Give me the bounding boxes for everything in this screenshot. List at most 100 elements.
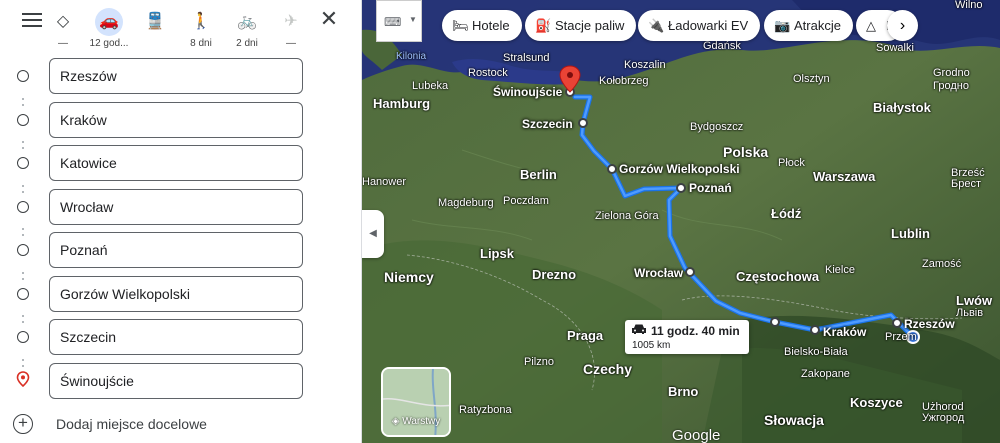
mode-label: 2 dni (236, 38, 258, 49)
city-label: Wilno (955, 0, 983, 11)
waypoint-label[interactable]: Wrocław (634, 266, 683, 280)
country-label: Niemcy (384, 269, 434, 285)
city-label: Sowalki (876, 42, 914, 54)
chip-attractions[interactable]: 📷 Atrakcje (764, 10, 853, 41)
train-icon: 🚆 (145, 13, 165, 30)
mode-walk[interactable]: 🚶 8 dni (178, 4, 224, 49)
city-label: Poczdam (503, 195, 549, 207)
add-circle-icon: + (13, 414, 33, 434)
city-label: Kielce (825, 264, 855, 276)
mode-transit[interactable]: 🚆 (132, 4, 178, 48)
stop-input[interactable]: Szczecin (49, 319, 303, 355)
city-label: Gdańsk (703, 40, 741, 52)
input-tools-button[interactable]: ⌨ ▼ (376, 0, 422, 42)
chevron-right-icon[interactable]: › (887, 10, 918, 41)
city-label: Львів (956, 307, 984, 319)
mode-bike[interactable]: 🚲 2 dni (224, 4, 270, 49)
city-label: Zielona Góra (595, 210, 659, 222)
city-label: Warszawa (813, 169, 876, 184)
chip-hotels[interactable]: 🛏 Hotele (442, 10, 522, 41)
chip-label: Atrakcje (794, 18, 841, 33)
bed-icon: 🛏 (452, 18, 469, 33)
waypoint-label[interactable]: Świnoujście (493, 85, 562, 99)
stop-input[interactable]: Świnoujście (49, 362, 303, 399)
city-label: Ratyzbona (459, 404, 512, 416)
route-info-card[interactable]: 11 godz. 40 min 1005 km (625, 320, 749, 354)
city-label: Брест (951, 178, 981, 190)
route-distance: 1005 km (632, 340, 671, 351)
mode-recommended[interactable]: ◇ — (40, 4, 86, 49)
city-label: Grodno (933, 67, 970, 79)
car-icon: 🚗 (95, 8, 123, 36)
stop-input[interactable]: Poznań (49, 232, 303, 268)
city-label: Przem (885, 331, 917, 343)
waypoint-label[interactable]: Rzeszów (904, 317, 955, 331)
city-label: Stralsund (503, 52, 550, 64)
waypoint-label[interactable]: Szczecin (522, 117, 573, 131)
mode-flight[interactable]: ✈ — (268, 4, 314, 49)
stop-row: Szczecin (0, 319, 362, 355)
layers-icon: ◈ (391, 416, 403, 427)
city-label: Koszyce (850, 395, 903, 410)
mode-label: 8 dni (190, 38, 212, 49)
country-label: Czechy (583, 361, 633, 377)
layers-label: ◈ Warstwy (383, 416, 449, 427)
city-label: Brno (668, 384, 699, 399)
city-label: Kilonia (396, 51, 427, 62)
dropdown-arrow-icon: ▼ (409, 15, 417, 24)
city-label: Drezno (532, 267, 577, 282)
city-label: Pilzno (524, 356, 554, 368)
keyboard-icon: ⌨ (384, 15, 402, 29)
mode-car[interactable]: 🚗 12 god... (86, 4, 132, 49)
fuel-icon: ⛽ (535, 18, 552, 33)
layers-text: Warstwy (402, 416, 441, 427)
stop-input[interactable]: Rzeszów (49, 58, 303, 94)
city-label: Lubeka (412, 80, 449, 92)
city-label: Lipsk (480, 246, 514, 261)
chip-ev-chargers[interactable]: 🔌 Ładowarki EV (638, 10, 761, 41)
stop-input[interactable]: Kraków (49, 101, 303, 138)
close-icon[interactable]: ✕ (318, 8, 340, 30)
country-label: Polska (723, 144, 769, 160)
add-destination-button[interactable]: + Dodaj miejsce docelowe (0, 408, 362, 440)
map-canvas[interactable]: Kilonia Lubeka Hamburg Rostock Stralsund… (362, 0, 1000, 443)
travel-mode-bar: ◇ — 🚗 12 god... 🚆 🚶 8 dni 🚲 2 dni ✈ — ✕ (0, 0, 362, 52)
stop-input[interactable]: Katowice (49, 145, 303, 181)
waypoint-label[interactable]: Poznań (689, 181, 732, 195)
stop-circle-icon (17, 157, 29, 169)
car-icon (632, 324, 646, 334)
waypoint-label[interactable]: Gorzów Wielkopolski (619, 162, 740, 176)
city-label: Częstochowa (736, 269, 820, 284)
city-label: Гродно (933, 80, 969, 92)
stop-row: Wrocław (0, 188, 362, 225)
city-label: Bielsko-Biała (784, 346, 848, 358)
chip-gas-stations[interactable]: ⛽ Stacje paliw (525, 10, 637, 41)
stop-circle-icon (17, 244, 29, 256)
city-label: Hamburg (373, 96, 431, 111)
mode-label: — (58, 38, 68, 49)
stop-input[interactable]: Gorzów Wielkopolski (49, 275, 303, 312)
waypoint-label[interactable]: Kraków (823, 325, 866, 339)
city-label: Praga (567, 328, 604, 343)
stop-row: Katowice (0, 145, 362, 181)
satellite-terrain (362, 0, 1000, 443)
walk-icon: 🚶 (191, 13, 211, 30)
ev-charger-icon: 🔌 (648, 18, 665, 33)
city-label: Ужгород (922, 412, 965, 424)
diamond-route-icon: ◇ (56, 13, 70, 30)
chip-label: Stacje paliw (555, 18, 625, 33)
city-label: Koszalin (624, 59, 666, 71)
country-label: Słowacja (764, 412, 824, 428)
stop-circle-icon (17, 200, 29, 213)
add-destination-label: Dodaj miejsce docelowe (56, 416, 207, 432)
menu-button[interactable] (22, 13, 42, 29)
layers-button[interactable]: ◈ Warstwy (381, 367, 451, 437)
plane-icon: ✈ (284, 13, 298, 30)
google-logo: Google (672, 427, 721, 443)
collapse-panel-button[interactable]: ◀ (362, 210, 384, 258)
city-label: Lwów (956, 293, 993, 308)
route-duration: 11 godz. 40 min (651, 324, 740, 338)
mode-label: — (286, 38, 296, 49)
stop-row: Poznań (0, 232, 362, 268)
stop-input[interactable]: Wrocław (49, 188, 303, 225)
